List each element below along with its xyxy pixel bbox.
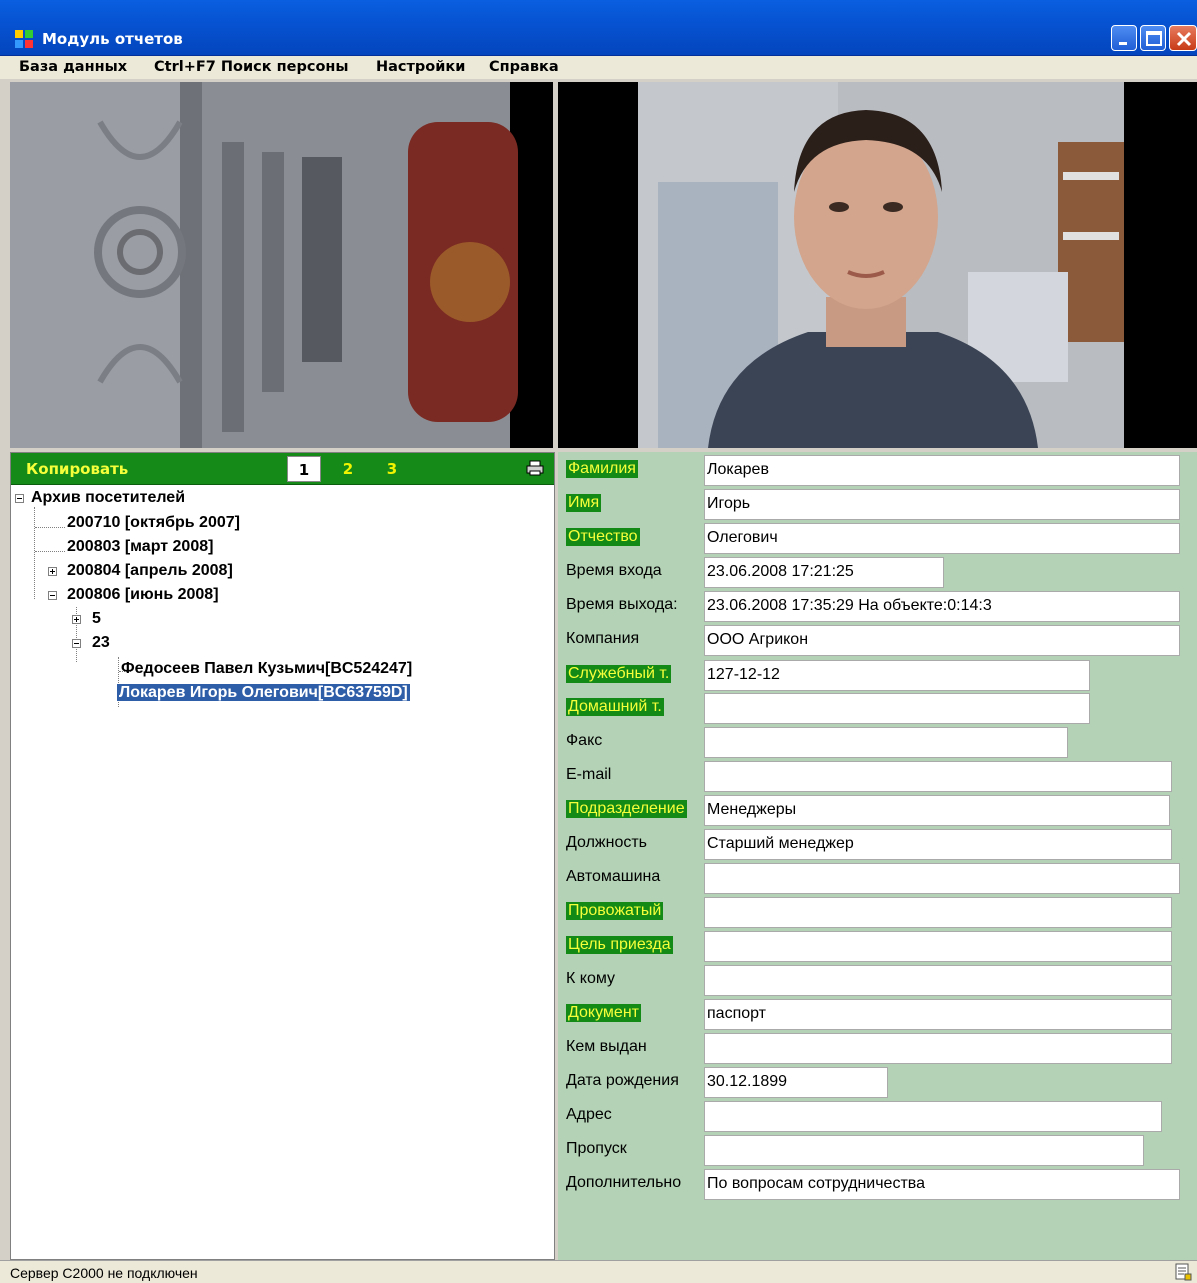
field-label-0: Фамилия bbox=[566, 460, 638, 478]
visitor-archive-panel: Копировать 1 2 3 Архив посетителей 20071… bbox=[10, 452, 555, 1260]
copy-button[interactable]: Копировать bbox=[26, 460, 128, 478]
field-label-1: Имя bbox=[566, 494, 602, 512]
close-icon bbox=[1176, 31, 1192, 47]
field-input-1[interactable]: Игорь bbox=[704, 489, 1180, 520]
collapse-icon[interactable] bbox=[48, 591, 57, 600]
menu-bar: База данных Ctrl+F7 Поиск персоны Настро… bbox=[0, 56, 1197, 79]
field-input-17[interactable] bbox=[704, 1033, 1172, 1064]
field-label-12: Автомашина bbox=[566, 868, 661, 885]
field-input-14[interactable] bbox=[704, 931, 1172, 962]
field-label-7: Домашний т. bbox=[566, 698, 664, 716]
close-button[interactable] bbox=[1169, 25, 1197, 51]
field-input-5[interactable]: ООО Агрикон bbox=[704, 625, 1180, 656]
collapse-icon[interactable] bbox=[72, 639, 81, 648]
field-input-7[interactable] bbox=[704, 693, 1090, 724]
field-input-15[interactable] bbox=[704, 965, 1172, 996]
field-label-15: К кому bbox=[566, 970, 616, 987]
menu-help[interactable]: Справка bbox=[489, 59, 559, 75]
minimize-icon bbox=[1119, 42, 1127, 45]
field-label-11: Должность bbox=[566, 834, 647, 851]
field-input-8[interactable] bbox=[704, 727, 1068, 758]
field-input-4[interactable]: 23.06.2008 17:35:29 На объекте:0:14:3 bbox=[704, 591, 1180, 622]
visitor-archive-tree: Архив посетителей 200710 [октябрь 2007] … bbox=[11, 487, 554, 1257]
field-label-3: Время входа bbox=[566, 562, 662, 579]
field-input-16[interactable]: паспорт bbox=[704, 999, 1172, 1030]
menu-database[interactable]: База данных bbox=[19, 59, 127, 75]
field-label-6: Служебный т. bbox=[566, 665, 672, 683]
expand-icon[interactable] bbox=[72, 615, 81, 624]
field-input-12[interactable] bbox=[704, 863, 1180, 894]
notes-icon[interactable] bbox=[1174, 1263, 1192, 1281]
field-input-6[interactable]: 127-12-12 bbox=[704, 660, 1090, 691]
archive-toolbar: Копировать 1 2 3 bbox=[11, 453, 554, 485]
field-label-19: Адрес bbox=[566, 1106, 612, 1123]
status-bar: Сервер С2000 не подключен bbox=[0, 1260, 1197, 1283]
field-label-14: Цель приезда bbox=[566, 936, 673, 954]
field-input-10[interactable]: Менеджеры bbox=[704, 795, 1170, 826]
tree-node-visitor-selected[interactable]: Локарев Игорь Олегович[BC63759D] bbox=[117, 682, 410, 704]
field-label-10: Подразделение bbox=[566, 800, 687, 818]
field-input-3[interactable]: 23.06.2008 17:21:25 bbox=[704, 557, 944, 588]
menu-settings[interactable]: Настройки bbox=[376, 59, 465, 75]
field-input-11[interactable]: Старший менеджер bbox=[704, 829, 1172, 860]
field-input-19[interactable] bbox=[704, 1101, 1162, 1132]
field-label-8: Факс bbox=[566, 732, 603, 749]
status-text: Сервер С2000 не подключен bbox=[10, 1265, 198, 1281]
field-label-21: Дополнительно bbox=[566, 1174, 682, 1191]
field-input-20[interactable] bbox=[704, 1135, 1144, 1166]
field-label-9: E-mail bbox=[566, 766, 612, 783]
maximize-icon bbox=[1146, 31, 1162, 46]
window-title: Модуль отчетов bbox=[42, 30, 183, 48]
field-label-20: Пропуск bbox=[566, 1140, 627, 1157]
visitor-details-form: Фамилия Локарев Имя Игорь Отчество Олегович Вр… bbox=[558, 452, 1197, 1260]
field-input-2[interactable]: Олегович bbox=[704, 523, 1180, 554]
field-label-13: Провожатый bbox=[566, 902, 664, 920]
minimize-button[interactable] bbox=[1111, 25, 1137, 51]
expand-icon[interactable] bbox=[48, 567, 57, 576]
field-label-17: Кем выдан bbox=[566, 1038, 647, 1055]
tab-3[interactable]: 3 bbox=[375, 456, 409, 482]
tree-node-visitor[interactable]: Федосеев Павел Кузьмич[BC524247] bbox=[121, 658, 412, 680]
passport-scan-image bbox=[10, 82, 553, 448]
field-input-13[interactable] bbox=[704, 897, 1172, 928]
app-icon bbox=[15, 30, 33, 48]
tab-2[interactable]: 2 bbox=[331, 456, 365, 482]
maximize-button[interactable] bbox=[1140, 25, 1166, 51]
field-input-21[interactable]: По вопросам сотрудничества bbox=[704, 1169, 1180, 1200]
field-label-4: Время выхода: bbox=[566, 596, 678, 613]
field-input-9[interactable] bbox=[704, 761, 1172, 792]
field-label-18: Дата рождения bbox=[566, 1072, 679, 1089]
field-label-2: Отчество bbox=[566, 528, 640, 546]
window-title-bar[interactable]: Модуль отчетов bbox=[0, 0, 1197, 56]
print-icon[interactable] bbox=[526, 460, 544, 476]
visitor-photo bbox=[558, 82, 1197, 448]
tree-node-200803[interactable]: 200803 [март 2008] bbox=[67, 536, 213, 558]
menu-search-person[interactable]: Ctrl+F7 Поиск персоны bbox=[154, 59, 349, 75]
field-input-0[interactable]: Локарев bbox=[704, 455, 1180, 486]
tab-1[interactable]: 1 bbox=[287, 456, 321, 482]
field-input-18[interactable]: 30.12.1899 bbox=[704, 1067, 888, 1098]
tree-node-200710[interactable]: 200710 [октябрь 2007] bbox=[67, 512, 240, 534]
collapse-icon[interactable] bbox=[15, 494, 24, 503]
field-label-5: Компания bbox=[566, 630, 640, 647]
field-label-16: Документ bbox=[566, 1004, 641, 1022]
